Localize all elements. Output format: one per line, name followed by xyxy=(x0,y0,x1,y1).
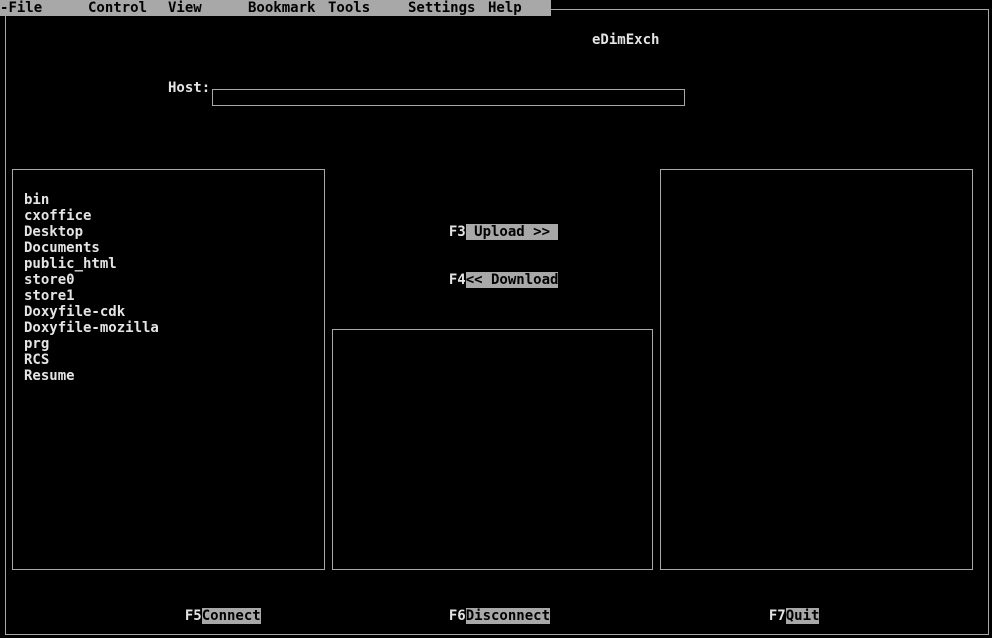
file-list-item[interactable]: store1 xyxy=(24,288,159,304)
file-list-item[interactable]: Resume xyxy=(24,368,159,384)
download-label: << Download xyxy=(465,272,559,288)
menu-file-label: File xyxy=(8,0,43,16)
file-list-item[interactable]: public_html xyxy=(24,256,159,272)
quit-label: Quit xyxy=(785,608,820,624)
menu-settings[interactable]: Settings xyxy=(408,0,475,16)
file-list-item[interactable]: Documents xyxy=(24,240,159,256)
file-list-item[interactable]: Doxyfile-mozilla xyxy=(24,320,159,336)
upload-label: Upload >> xyxy=(465,224,559,240)
file-list-item[interactable]: Doxyfile-cdk xyxy=(24,304,159,320)
file-list-item[interactable]: store0 xyxy=(24,272,159,288)
status-panel xyxy=(332,329,653,570)
menu-view[interactable]: View xyxy=(168,0,202,16)
upload-fkey: F3 xyxy=(448,224,466,240)
local-file-list: bin cxoffice Desktop Documents public_ht… xyxy=(24,192,159,384)
file-list-item[interactable]: bin xyxy=(24,192,159,208)
disconnect-button[interactable]: F6Disconnect xyxy=(432,592,551,624)
file-list-item[interactable]: Desktop xyxy=(24,224,159,240)
menu-bookmark[interactable]: Bookmark xyxy=(248,0,315,16)
upload-button[interactable]: F3 Upload >> xyxy=(432,208,559,240)
connect-fkey: F5 xyxy=(184,608,202,624)
menu-control[interactable]: Control xyxy=(88,0,147,16)
remote-files-panel[interactable] xyxy=(660,169,973,570)
file-list-item[interactable]: cxoffice xyxy=(24,208,159,224)
menu-help[interactable]: Help xyxy=(488,0,522,16)
file-list-item[interactable]: prg xyxy=(24,336,159,352)
disconnect-label: Disconnect xyxy=(465,608,551,624)
connect-button[interactable]: F5Connect xyxy=(168,592,261,624)
quit-fkey: F7 xyxy=(768,608,786,624)
connect-label: Connect xyxy=(201,608,261,624)
menu-bar: -File Control View Bookmark Tools Settin… xyxy=(0,0,551,16)
download-button[interactable]: F4<< Download xyxy=(432,256,559,288)
download-fkey: F4 xyxy=(448,272,466,288)
menu-tools[interactable]: Tools xyxy=(328,0,370,16)
file-list-item[interactable]: RCS xyxy=(24,352,159,368)
host-label: Host: xyxy=(168,80,211,96)
menu-file[interactable]: -File xyxy=(0,0,42,16)
quit-button[interactable]: F7Quit xyxy=(752,592,820,624)
window-title: eDimExch xyxy=(592,32,660,48)
disconnect-fkey: F6 xyxy=(448,608,466,624)
host-input[interactable] xyxy=(212,89,685,106)
